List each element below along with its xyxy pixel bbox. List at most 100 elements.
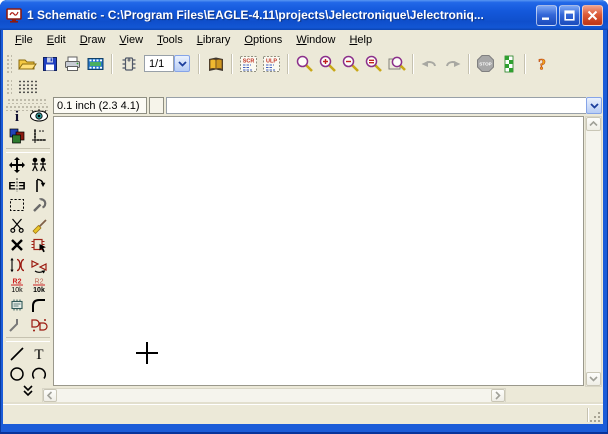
split-button[interactable]	[6, 315, 28, 335]
horizontal-scrollbar[interactable]	[42, 388, 506, 403]
circle-button[interactable]	[6, 364, 28, 384]
add-button[interactable]	[28, 235, 50, 255]
menu-library[interactable]: Library	[190, 32, 238, 48]
zoom-select-button[interactable]	[385, 52, 408, 75]
command-toolbar-separator	[6, 148, 50, 153]
run-ulp-button[interactable]: ULP	[260, 52, 283, 75]
zoom-redraw-button[interactable]	[362, 52, 385, 75]
svg-text:i: i	[15, 109, 19, 125]
close-button[interactable]	[582, 5, 603, 26]
sheet-dropdown-button[interactable]	[174, 55, 190, 72]
app-window: 1 Schematic - C:\Program Files\EAGLE-4.1…	[0, 0, 608, 434]
toolbar-separator	[111, 54, 113, 74]
show-button[interactable]	[28, 106, 50, 126]
miter-corner-icon	[30, 297, 48, 313]
use-library-button[interactable]	[204, 52, 227, 75]
mark-button[interactable]	[28, 126, 50, 146]
statusbar-separator	[587, 408, 589, 422]
invoke-gates-icon	[30, 317, 48, 333]
main-toolbar: 1/1 SCR	[3, 50, 603, 77]
smash-button[interactable]	[6, 295, 28, 315]
menu-draw[interactable]: Draw	[73, 32, 113, 48]
menu-tools[interactable]: Tools	[150, 32, 190, 48]
change-button[interactable]	[28, 195, 50, 215]
svg-text:SCR: SCR	[243, 58, 255, 64]
text-button[interactable]: T	[28, 344, 50, 364]
scroll-right-button[interactable]	[491, 389, 505, 402]
gateswap-icon	[30, 257, 48, 274]
display-button[interactable]	[6, 126, 28, 146]
open-button[interactable]	[15, 52, 38, 75]
text-t-icon: T	[30, 345, 48, 363]
menu-options[interactable]: Options	[237, 32, 289, 48]
library-book-icon	[206, 55, 226, 73]
vertical-scrollbar[interactable]	[585, 116, 602, 387]
smash-icon	[8, 297, 26, 313]
miter-button[interactable]	[28, 295, 50, 315]
wire-button[interactable]	[6, 344, 28, 364]
grid-button[interactable]	[15, 76, 38, 99]
menu-help[interactable]: Help	[342, 32, 379, 48]
command-toolbar-separator	[6, 337, 50, 342]
script-button[interactable]: SCR	[237, 52, 260, 75]
zoom-fit-icon	[295, 54, 314, 73]
save-floppy-icon	[41, 55, 59, 73]
delete-button[interactable]	[6, 235, 28, 255]
svg-text:R2: R2	[35, 279, 44, 286]
resize-grip-icon[interactable]	[590, 412, 601, 423]
menu-edit[interactable]: Edit	[40, 32, 73, 48]
command-dropdown-button[interactable]	[586, 97, 602, 114]
scroll-up-button[interactable]	[586, 117, 601, 131]
menu-view[interactable]: View	[112, 32, 150, 48]
copy-button[interactable]	[28, 155, 50, 175]
help-button[interactable]: ?	[530, 52, 553, 75]
rotate-button[interactable]	[28, 175, 50, 195]
group-button[interactable]	[6, 195, 28, 215]
pinswap-button[interactable]	[6, 255, 28, 275]
crosshair-cursor	[136, 342, 158, 364]
sheet-selector[interactable]: 1/1	[144, 55, 190, 72]
mirror-button[interactable]: E E	[6, 175, 28, 195]
zoom-out-button[interactable]	[339, 52, 362, 75]
undo-button[interactable]	[418, 52, 441, 75]
zoom-fit-button[interactable]	[293, 52, 316, 75]
minimize-button[interactable]	[536, 5, 557, 26]
svg-text:10k: 10k	[11, 287, 23, 294]
save-button[interactable]	[38, 52, 61, 75]
titlebar[interactable]: 1 Schematic - C:\Program Files\EAGLE-4.1…	[0, 0, 608, 30]
ulp-icon: ULP	[262, 55, 281, 73]
arc-button[interactable]	[28, 364, 50, 384]
cut-button[interactable]	[6, 215, 28, 235]
menu-window[interactable]: Window	[289, 32, 342, 48]
gateswap-button[interactable]	[28, 255, 50, 275]
board-button[interactable]	[84, 52, 107, 75]
schematic-canvas[interactable]	[53, 116, 584, 386]
scroll-down-button[interactable]	[586, 372, 601, 386]
zoom-in-button[interactable]	[316, 52, 339, 75]
maximize-button[interactable]	[559, 5, 580, 26]
scroll-left-button[interactable]	[43, 389, 57, 402]
coordinate-bar: 0.1 inch (2.3 4.1)	[3, 97, 602, 116]
wire-line-icon	[8, 346, 26, 362]
toolbar-grip[interactable]	[7, 98, 47, 104]
move-button[interactable]	[6, 155, 28, 175]
toolbar-grip[interactable]	[6, 54, 12, 74]
name-button[interactable]: R2 10k	[6, 275, 28, 295]
scissors-icon	[8, 216, 26, 234]
redo-button[interactable]	[441, 52, 464, 75]
device-button[interactable]	[117, 52, 140, 75]
help-question-icon: ?	[533, 54, 551, 74]
arc-icon	[30, 365, 48, 383]
command-input[interactable]	[166, 97, 586, 114]
stop-button[interactable]: STOP	[474, 52, 497, 75]
go-traffic-light-button[interactable]	[497, 52, 520, 75]
toolbar-grip[interactable]	[6, 79, 12, 95]
paste-button[interactable]	[28, 215, 50, 235]
invoke-button[interactable]	[28, 315, 50, 335]
menu-file[interactable]: File	[8, 32, 40, 48]
value-button[interactable]: R2 10k	[28, 275, 50, 295]
info-button[interactable]: i	[6, 106, 28, 126]
toolbar-separator	[198, 54, 200, 74]
print-button[interactable]	[61, 52, 84, 75]
move-arrows-icon	[8, 156, 26, 174]
